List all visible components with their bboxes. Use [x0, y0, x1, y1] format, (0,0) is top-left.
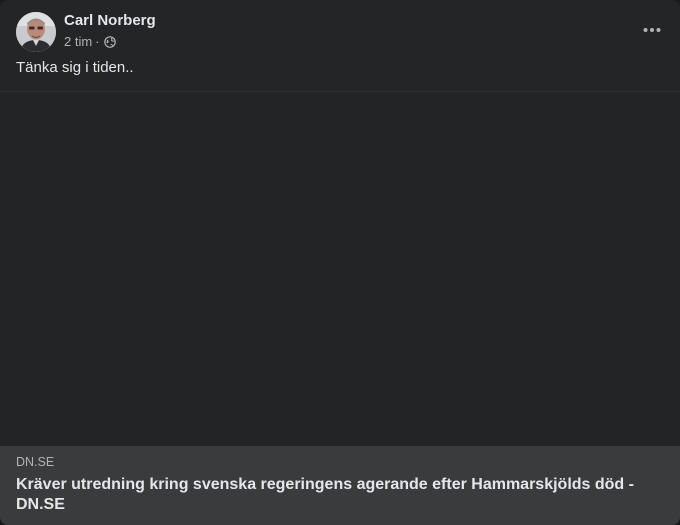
link-title[interactable]: Kräver utredning kring svenska regeringe…: [16, 475, 656, 515]
post-text: Tänka sig i tiden..: [16, 59, 134, 76]
post-header: Carl Norberg 2 tim ·: [16, 12, 664, 52]
author-avatar[interactable]: [16, 12, 56, 52]
link-preview[interactable]: DN.SE Kräver utredning kring svenska reg…: [0, 446, 680, 525]
more-options-button[interactable]: [634, 12, 670, 48]
avatar-photo: [16, 12, 56, 52]
link-media-area[interactable]: [0, 92, 680, 446]
post-timestamp[interactable]: 2 tim: [64, 34, 92, 50]
link-domain: DN.SE: [16, 455, 55, 469]
more-options-icon: [643, 28, 661, 32]
feed-post: Carl Norberg 2 tim · Tänka sig i tiden..: [0, 0, 680, 525]
globe-icon[interactable]: [103, 36, 116, 48]
author-name[interactable]: Carl Norberg: [64, 12, 156, 30]
meta-separator: ·: [95, 34, 100, 49]
post-meta: 2 tim ·: [64, 34, 116, 50]
